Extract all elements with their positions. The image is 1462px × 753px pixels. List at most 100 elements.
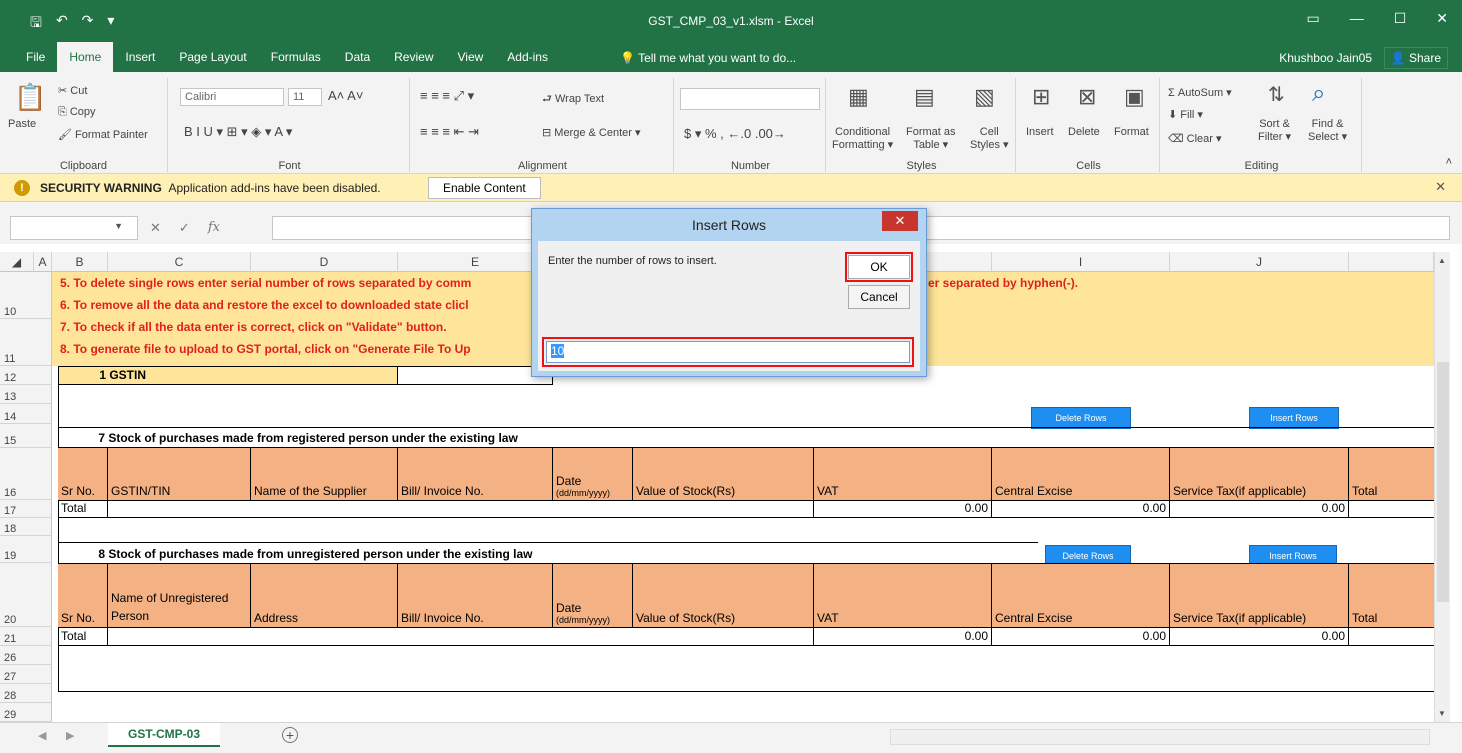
close-icon[interactable]: ✕: [1435, 179, 1446, 195]
format-cells-button[interactable]: Format: [1114, 126, 1149, 138]
insert-function-icon[interactable]: fx: [208, 220, 220, 236]
autosum-button[interactable]: Σ AutoSum ▾: [1168, 86, 1232, 99]
name-box[interactable]: ▼: [10, 216, 138, 240]
conditional-formatting-icon[interactable]: ▦: [848, 84, 869, 110]
format-table-icon[interactable]: ▤: [914, 84, 935, 110]
paste-icon[interactable]: 📋: [14, 82, 46, 113]
sort-filter-button[interactable]: Sort & Filter ▾: [1258, 118, 1291, 143]
cancel-button[interactable]: Cancel: [848, 285, 910, 309]
insert-rows-button-7[interactable]: Insert Rows: [1249, 407, 1339, 429]
enter-entry-icon[interactable]: ✓: [179, 220, 190, 236]
font-name-select[interactable]: Calibri: [180, 88, 284, 106]
col-header-i[interactable]: I: [992, 252, 1170, 272]
tell-me-box[interactable]: 💡 Tell me what you want to do...: [620, 51, 796, 65]
share-button[interactable]: 👤 Share: [1383, 47, 1448, 69]
merge-center-button[interactable]: ⊟ Merge & Center ▾: [542, 126, 641, 139]
dialog-close-icon[interactable]: ✕: [882, 211, 918, 231]
currency-percent-icons[interactable]: $ ▾ % , ←.0 .00→: [684, 126, 786, 142]
fill-button[interactable]: ⬇ Fill ▾: [1168, 108, 1203, 121]
col-header-e[interactable]: E: [398, 252, 553, 272]
close-window-icon[interactable]: ✕: [1436, 10, 1448, 27]
maximize-icon[interactable]: ☐: [1394, 10, 1407, 27]
format-painter-button[interactable]: 🖌 Format Painter: [58, 128, 148, 141]
rows-count-input[interactable]: 10: [542, 337, 914, 367]
tab-data[interactable]: Data: [333, 42, 382, 72]
name-box-dropdown-icon[interactable]: ▼: [114, 221, 123, 231]
col-header-d[interactable]: D: [251, 252, 398, 272]
cut-button[interactable]: ✂ Cut: [58, 84, 87, 97]
scroll-down-icon[interactable]: ▼: [1438, 709, 1446, 718]
wrap-text-button[interactable]: ⮐ Wrap Text: [542, 90, 604, 109]
row-header-29[interactable]: 29: [0, 703, 52, 722]
row-header-10[interactable]: 10: [0, 272, 52, 319]
horizontal-align-icons[interactable]: ≡ ≡ ≡ ⇤ ⇥: [420, 124, 479, 140]
tab-formulas[interactable]: Formulas: [259, 42, 333, 72]
format-as-table-button[interactable]: Format as Table ▾: [906, 126, 956, 151]
delete-cells-button[interactable]: Delete: [1068, 126, 1100, 138]
number-format-select[interactable]: [680, 88, 820, 110]
col-header-c[interactable]: C: [108, 252, 251, 272]
select-all-corner[interactable]: ◢: [0, 252, 34, 272]
cancel-entry-icon[interactable]: ✕: [150, 220, 161, 236]
scroll-up-icon[interactable]: ▲: [1438, 256, 1446, 265]
row-header-18[interactable]: 18: [0, 518, 52, 536]
row-header-17[interactable]: 17: [0, 500, 52, 518]
sheet-tab-gst-cmp-03[interactable]: GST-CMP-03: [108, 723, 221, 747]
tab-review[interactable]: Review: [382, 42, 445, 72]
gstin-label-cell[interactable]: 1 GSTIN: [58, 366, 398, 385]
increase-font-icon[interactable]: A˄ A˅: [328, 88, 363, 103]
clear-button[interactable]: ⌫ Clear ▾: [1168, 132, 1222, 145]
ok-button[interactable]: OK: [845, 252, 913, 282]
delete-cells-icon[interactable]: ⊠: [1078, 84, 1096, 110]
row-header-27[interactable]: 27: [0, 665, 52, 684]
row-header-12[interactable]: 12: [0, 366, 52, 385]
collapse-ribbon-icon[interactable]: ˄: [1446, 156, 1452, 168]
conditional-formatting-button[interactable]: Conditional Formatting ▾: [832, 126, 893, 151]
tab-insert[interactable]: Insert: [113, 42, 167, 72]
sheet-next-icon[interactable]: ▶: [66, 729, 74, 742]
format-cells-icon[interactable]: ▣: [1124, 84, 1145, 110]
minimize-icon[interactable]: —: [1350, 10, 1364, 27]
col-header-j[interactable]: J: [1170, 252, 1349, 272]
s8-total-service-tax[interactable]: 0.00: [1170, 627, 1349, 646]
row-header-14[interactable]: 14: [0, 404, 52, 424]
row-header-28[interactable]: 28: [0, 684, 52, 703]
row-header-26[interactable]: 26: [0, 646, 52, 665]
s7-total-service-tax[interactable]: 0.00: [1170, 500, 1349, 518]
delete-rows-button-8[interactable]: Delete Rows: [1045, 545, 1131, 565]
row-header-20[interactable]: 20: [0, 563, 52, 627]
tab-file[interactable]: File: [14, 42, 57, 72]
find-select-button[interactable]: Find & Select ▾: [1308, 118, 1347, 143]
paste-button[interactable]: Paste: [8, 118, 36, 130]
row-header-16[interactable]: 16: [0, 448, 52, 500]
s8-total-excise[interactable]: 0.00: [992, 627, 1170, 646]
sheet-prev-icon[interactable]: ◀: [38, 729, 46, 742]
enable-content-button[interactable]: Enable Content: [428, 177, 541, 199]
col-header-k[interactable]: [1349, 252, 1434, 272]
tab-page-layout[interactable]: Page Layout: [167, 42, 258, 72]
s8-total-vat[interactable]: 0.00: [814, 627, 992, 646]
row-header-19[interactable]: 19: [0, 536, 52, 563]
vertical-align-icons[interactable]: ≡ ≡ ≡ ⤢ ▾: [420, 88, 474, 104]
copy-button[interactable]: ⎘ Copy: [58, 106, 96, 119]
insert-cells-icon[interactable]: ⊞: [1032, 84, 1050, 110]
col-header-b[interactable]: B: [52, 252, 108, 272]
add-sheet-icon[interactable]: +: [282, 727, 298, 743]
magnifier-icon[interactable]: ⌕: [1312, 80, 1325, 108]
col-header-a[interactable]: A: [34, 252, 52, 272]
tab-view[interactable]: View: [446, 42, 496, 72]
ribbon-display-icon[interactable]: ▭: [1306, 10, 1319, 27]
insert-cells-button[interactable]: Insert: [1026, 126, 1054, 138]
horizontal-scrollbar[interactable]: [890, 729, 1430, 745]
row-header-13[interactable]: 13: [0, 385, 52, 404]
row-header-15[interactable]: 15: [0, 424, 52, 448]
scroll-thumb[interactable]: [1437, 362, 1449, 602]
row-header-11[interactable]: 11: [0, 319, 52, 366]
cell-styles-button[interactable]: Cell Styles ▾: [970, 126, 1009, 151]
row-header-21[interactable]: 21: [0, 627, 52, 646]
s7-total-excise[interactable]: 0.00: [992, 500, 1170, 518]
gstin-input-cell[interactable]: [398, 366, 553, 385]
bold-italic-underline-icons[interactable]: B I U ▾ ⊞ ▾ ◈ ▾ A ▾: [184, 124, 292, 140]
sort-filter-icon[interactable]: ⇅: [1268, 82, 1285, 107]
tab-add-ins[interactable]: Add-ins: [495, 42, 560, 72]
